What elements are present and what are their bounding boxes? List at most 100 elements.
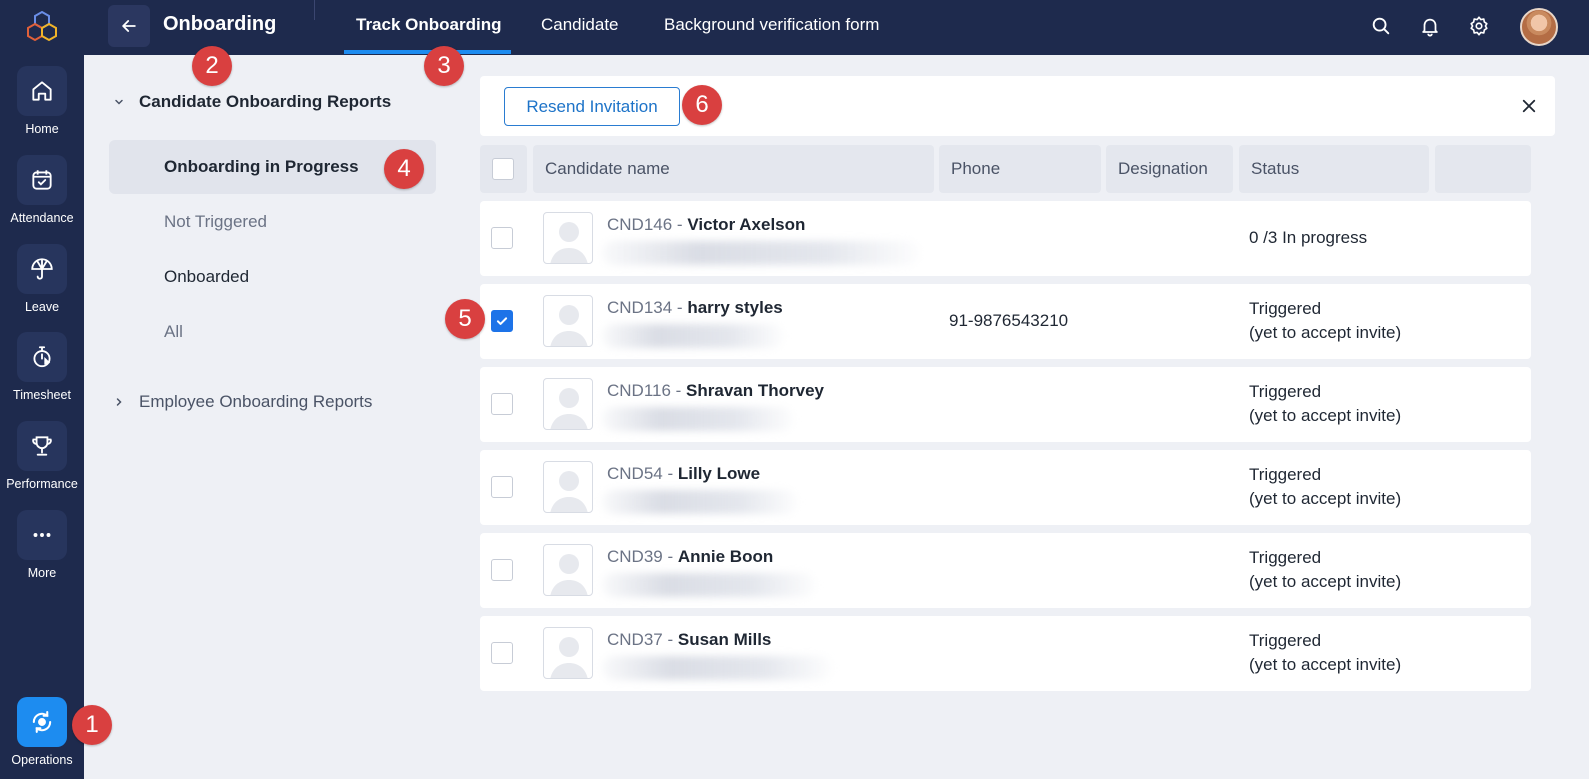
top-bar: Onboarding Track Onboarding Candidate Ba… — [84, 0, 1589, 55]
calendar-check-icon — [32, 170, 52, 190]
candidate-full-name: harry styles — [687, 298, 783, 317]
tab-track-onboarding[interactable]: Track Onboarding — [356, 15, 501, 35]
id-separator: - — [670, 381, 687, 400]
candidate-full-name: Annie Boon — [677, 547, 774, 566]
row-checkbox[interactable] — [491, 310, 513, 332]
column-header-status[interactable]: Status — [1239, 145, 1429, 193]
rail-item-label: Attendance — [10, 211, 74, 225]
candidate-avatar — [543, 544, 593, 596]
candidate-full-name: Shravan Thorvey — [686, 381, 824, 400]
callout-badge: 1 — [72, 705, 112, 745]
column-header-phone[interactable]: Phone — [939, 145, 1101, 193]
id-separator: - — [672, 298, 688, 317]
status-line: Triggered — [1249, 299, 1322, 318]
row-checkbox[interactable] — [491, 559, 513, 581]
candidate-name[interactable]: CND39 - Annie Boon — [607, 547, 773, 567]
rail-item-label: Operations — [11, 753, 73, 767]
rail-item-operations[interactable]: Operations — [0, 697, 84, 767]
user-placeholder-icon — [550, 637, 588, 678]
row-checkbox[interactable] — [491, 393, 513, 415]
stopwatch-icon — [33, 346, 51, 368]
candidate-status: Triggered (yet to accept invite) — [1249, 380, 1401, 428]
candidate-avatar — [543, 295, 593, 347]
report-item-all[interactable]: All — [109, 305, 436, 359]
rail-item-attendance[interactable]: Attendance — [0, 155, 84, 225]
umbrella-icon — [31, 258, 53, 280]
resend-invitation-button[interactable]: Resend Invitation — [504, 87, 680, 126]
rail-item-home[interactable]: Home — [0, 66, 84, 136]
gear-icon — [1470, 16, 1488, 36]
left-rail: Home Attendance Leave Timesheet Performa… — [0, 0, 84, 779]
candidate-phone: 91-9876543210 — [949, 311, 1069, 330]
user-placeholder-icon — [550, 471, 588, 512]
rail-item-more[interactable]: More — [0, 510, 84, 580]
settings-button[interactable] — [1467, 14, 1491, 38]
candidate-id: CND39 — [607, 547, 663, 566]
close-icon — [1522, 99, 1536, 113]
column-header-actions — [1435, 145, 1531, 193]
column-header-designation[interactable]: Designation — [1106, 145, 1233, 193]
status-line: Triggered — [1249, 548, 1322, 567]
rail-item-performance[interactable]: Performance — [0, 421, 84, 491]
redacted-email — [602, 490, 798, 514]
rail-item-timesheet[interactable]: Timesheet — [0, 332, 84, 402]
candidate-name[interactable]: CND116 - Shravan Thorvey — [607, 381, 824, 401]
checkmark-icon — [496, 317, 508, 325]
column-header-candidate-name[interactable]: Candidate name — [533, 145, 934, 193]
candidate-id: CND134 — [607, 298, 673, 317]
status-subline: (yet to accept invite) — [1249, 489, 1402, 508]
report-item-not-triggered[interactable]: Not Triggered — [109, 195, 436, 249]
callout-badge: 3 — [424, 46, 464, 86]
user-avatar[interactable] — [1520, 8, 1558, 46]
close-action-bar-button[interactable] — [1517, 94, 1541, 118]
report-item-onboarded[interactable]: Onboarded — [109, 250, 436, 304]
candidate-name[interactable]: CND54 - Lilly Lowe — [607, 464, 760, 484]
table-row[interactable]: CND116 - Shravan Thorvey Triggered (yet to… — [480, 367, 1531, 442]
candidate-status: Triggered (yet to accept invite) — [1249, 297, 1401, 345]
candidate-avatar — [543, 627, 593, 679]
candidate-name[interactable]: CND37 - Susan Mills — [607, 630, 771, 650]
table-row[interactable]: CND54 - Lilly Lowe Triggered (yet to accep… — [480, 450, 1531, 525]
search-button[interactable] — [1369, 14, 1393, 38]
tab-background-verification-form[interactable]: Background verification form — [664, 15, 879, 35]
status-subline: (yet to accept invite) — [1249, 655, 1402, 674]
more-dots-icon — [33, 533, 51, 537]
callout-badge: 5 — [445, 299, 485, 339]
row-checkbox[interactable] — [491, 476, 513, 498]
app-logo-icon[interactable] — [25, 10, 59, 44]
redacted-email — [602, 324, 784, 348]
select-all-checkbox[interactable] — [492, 158, 514, 180]
candidate-name[interactable]: CND134 - harry styles — [607, 298, 783, 318]
candidate-full-name: Lilly Lowe — [677, 464, 761, 483]
candidate-onboarding-reports-toggle[interactable]: Candidate Onboarding Reports — [112, 92, 391, 112]
employee-onboarding-reports-toggle[interactable]: Employee Onboarding Reports — [112, 392, 372, 412]
tab-candidate[interactable]: Candidate — [541, 15, 619, 35]
table-row[interactable]: CND134 - harry styles 91-9876543210 Trigge… — [480, 284, 1531, 359]
row-checkbox[interactable] — [491, 227, 513, 249]
operations-icon — [32, 711, 52, 733]
table-row[interactable]: CND37 - Susan Mills Triggered (yet to acce… — [480, 616, 1531, 691]
bulk-action-bar: Resend Invitation — [480, 76, 1555, 136]
candidate-name[interactable]: CND146 - Victor Axelson — [607, 215, 805, 235]
candidate-id: CND116 — [607, 381, 671, 400]
redacted-email — [602, 241, 920, 265]
row-checkbox[interactable] — [491, 642, 513, 664]
trophy-icon — [32, 436, 52, 456]
rail-item-leave[interactable]: Leave — [0, 244, 84, 314]
callout-badge: 2 — [192, 46, 232, 86]
status-subline: (yet to accept invite) — [1249, 323, 1402, 342]
rail-item-label: More — [27, 566, 57, 580]
notifications-button[interactable] — [1418, 14, 1442, 38]
status-subline: (yet to accept invite) — [1249, 572, 1402, 591]
status-line: Triggered — [1249, 382, 1322, 401]
redacted-email — [602, 573, 816, 597]
back-button[interactable] — [108, 5, 150, 47]
table-row[interactable]: CND39 - Annie Boon Triggered (yet to accep… — [480, 533, 1531, 608]
candidate-avatar — [543, 378, 593, 430]
rail-item-label: Timesheet — [13, 388, 71, 402]
user-placeholder-icon — [550, 388, 588, 429]
user-placeholder-icon — [550, 222, 588, 263]
table-row[interactable]: CND146 - Victor Axelson 0 /3 In progress — [480, 201, 1531, 276]
bell-icon — [1422, 18, 1438, 37]
divider — [314, 0, 315, 20]
